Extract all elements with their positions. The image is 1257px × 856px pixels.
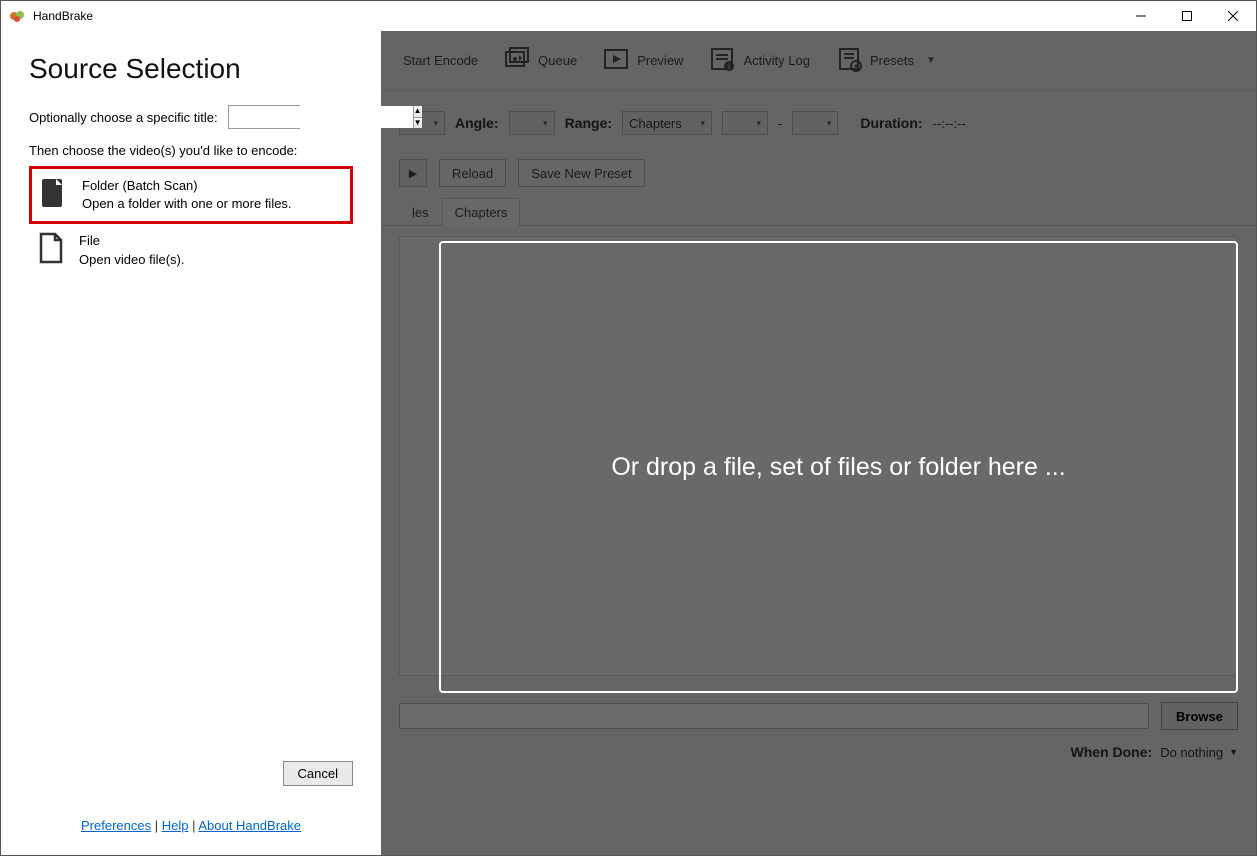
optional-title-label: Optionally choose a specific title: — [29, 110, 218, 125]
range-start-combo[interactable]: ▾ — [722, 111, 768, 135]
svg-text:i: i — [729, 62, 731, 71]
minimize-button[interactable] — [1118, 1, 1164, 31]
close-button[interactable] — [1210, 1, 1256, 31]
footer-links: Preferences | Help | About HandBrake — [81, 818, 301, 833]
drop-zone[interactable]: Or drop a file, set of files or folder h… — [439, 241, 1238, 693]
reload-button[interactable]: Reload — [439, 159, 506, 187]
duration-value: --:--:-- — [933, 116, 966, 131]
queue-label: Queue — [538, 53, 577, 68]
app-icon — [9, 8, 25, 24]
folder-option-sub: Open a folder with one or more files. — [82, 195, 292, 213]
start-encode-label: Start Encode — [403, 53, 478, 68]
when-done-value: Do nothing — [1160, 745, 1223, 760]
save-preset-label: Save New Preset — [531, 166, 631, 181]
about-link[interactable]: About HandBrake — [198, 818, 301, 833]
folder-option-title: Folder (Batch Scan) — [82, 177, 292, 195]
source-selection-heading: Source Selection — [29, 53, 353, 85]
source-option-folder[interactable]: Folder (Batch Scan) Open a folder with o… — [29, 166, 353, 224]
spinner-up-icon[interactable]: ▲ — [414, 106, 422, 117]
range-end-combo[interactable]: ▾ — [792, 111, 838, 135]
activity-log-label: Activity Log — [743, 53, 809, 68]
range-type-combo[interactable]: Chapters▾ — [622, 111, 712, 135]
optional-title-row: Optionally choose a specific title: ▲ ▼ — [29, 105, 353, 129]
save-as-row: Browse — [381, 692, 1256, 740]
preset-play-button[interactable]: ▶ — [399, 159, 427, 187]
preview-icon — [603, 46, 629, 75]
tabs-row: les Chapters — [381, 197, 1256, 226]
save-as-input[interactable] — [399, 703, 1149, 729]
range-label: Range: — [565, 115, 612, 131]
reload-label: Reload — [452, 166, 493, 181]
save-preset-button[interactable]: Save New Preset — [518, 159, 644, 187]
range-sep: - — [778, 116, 782, 131]
presets-icon — [836, 46, 862, 75]
source-selection-panel: Source Selection Optionally choose a spe… — [1, 31, 381, 855]
angle-combo[interactable]: ▾ — [509, 111, 555, 135]
queue-icon — [504, 46, 530, 75]
presets-label: Presets — [870, 53, 914, 68]
preferences-link[interactable]: Preferences — [81, 818, 151, 833]
main-workspace: Start Encode Queue Preview i Activity Lo… — [381, 31, 1256, 855]
start-encode-button[interactable]: Start Encode — [391, 47, 490, 74]
when-done-combo[interactable]: Do nothing ▼ — [1160, 745, 1238, 760]
titlebar: HandBrake — [1, 1, 1256, 31]
drop-zone-text: Or drop a file, set of files or folder h… — [611, 453, 1065, 482]
source-option-file[interactable]: File Open video file(s). — [29, 224, 353, 276]
when-done-label: When Done: — [1071, 744, 1153, 760]
cancel-button[interactable]: Cancel — [283, 761, 353, 786]
tab-chapters[interactable]: Chapters — [442, 198, 521, 226]
file-option-title: File — [79, 232, 185, 250]
title-number-input[interactable] — [229, 106, 413, 128]
chevron-down-icon: ▼ — [1229, 747, 1238, 757]
preset-controls-row: ▶ Reload Save New Preset — [381, 145, 1256, 197]
preview-button[interactable]: Preview — [591, 40, 695, 81]
activity-log-button[interactable]: i Activity Log — [697, 40, 821, 81]
queue-button[interactable]: Queue — [492, 40, 589, 81]
angle-label: Angle: — [455, 115, 499, 131]
file-icon — [37, 232, 65, 264]
title-number-spinner[interactable]: ▲ ▼ — [228, 105, 300, 129]
folder-batch-icon — [40, 177, 68, 209]
range-type-value: Chapters — [629, 116, 682, 131]
spinner-down-icon[interactable]: ▼ — [414, 117, 422, 129]
preview-label: Preview — [637, 53, 683, 68]
browse-button[interactable]: Browse — [1161, 702, 1238, 730]
link-sep: | — [155, 818, 162, 833]
when-done-row: When Done: Do nothing ▼ — [381, 740, 1256, 770]
chevron-down-icon: ▼ — [926, 55, 936, 66]
duration-label: Duration: — [860, 115, 922, 131]
window-controls — [1118, 1, 1256, 31]
help-link[interactable]: Help — [162, 818, 189, 833]
maximize-button[interactable] — [1164, 1, 1210, 31]
presets-button[interactable]: Presets ▼ — [824, 40, 948, 81]
main-toolbar: Start Encode Queue Preview i Activity Lo… — [381, 31, 1256, 91]
source-controls-row: ▾ Angle: ▾ Range: Chapters▾ ▾ - ▾ Durati… — [381, 91, 1256, 145]
window-title: HandBrake — [33, 9, 93, 23]
tab-partial[interactable]: les — [399, 198, 442, 226]
then-choose-text: Then choose the video(s) you'd like to e… — [29, 143, 353, 158]
file-option-sub: Open video file(s). — [79, 251, 185, 269]
activity-log-icon: i — [709, 46, 735, 75]
